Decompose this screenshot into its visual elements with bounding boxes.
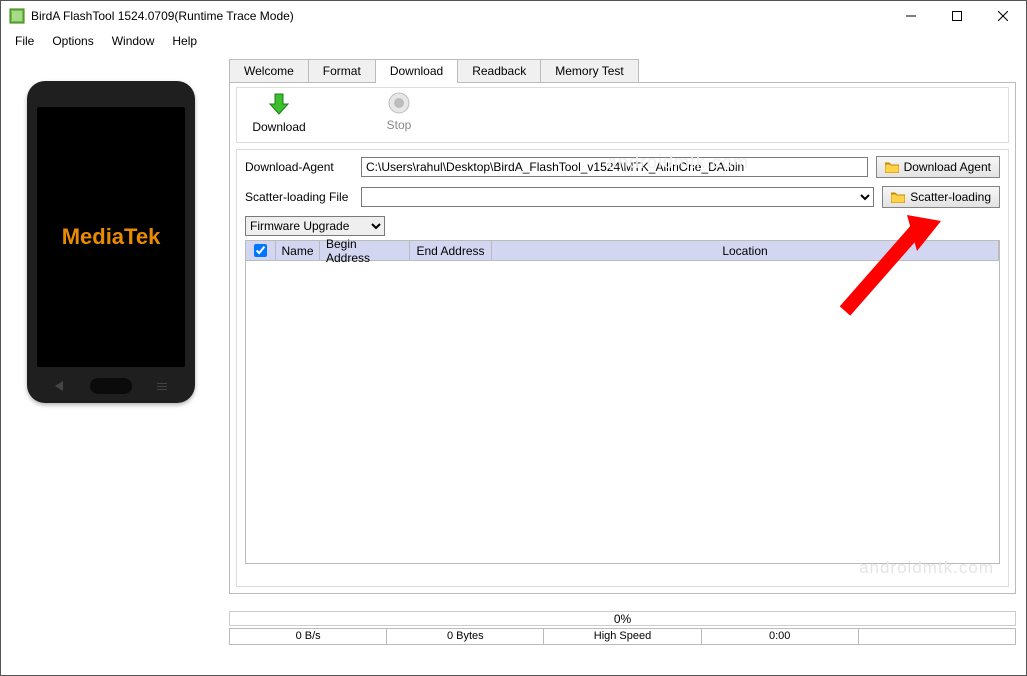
- download-tool-label: Download: [252, 120, 305, 134]
- window-title: BirdA FlashTool 1524.0709(Runtime Trace …: [31, 9, 888, 23]
- tab-download[interactable]: Download: [375, 59, 458, 83]
- tab-format[interactable]: Format: [308, 59, 376, 82]
- mode-select[interactable]: Firmware Upgrade: [245, 216, 385, 236]
- left-pane: BM MediaTek: [1, 51, 221, 605]
- tab-welcome[interactable]: Welcome: [229, 59, 309, 82]
- window-controls: [888, 1, 1026, 31]
- phone-screen: MediaTek: [37, 107, 185, 367]
- menu-file[interactable]: File: [7, 32, 42, 50]
- header-begin[interactable]: Begin Address: [320, 241, 410, 260]
- select-all-checkbox[interactable]: [254, 244, 267, 257]
- file-group: androidmtk.com Download-Agent Download A…: [236, 149, 1009, 587]
- phone-home-button: [90, 378, 132, 394]
- status-time: 0:00: [702, 629, 859, 644]
- close-icon: [998, 11, 1008, 21]
- header-end[interactable]: End Address: [410, 241, 492, 260]
- partition-table: Name Begin Address End Address Location: [245, 240, 1000, 564]
- tabstrip: Welcome Format Download Readback Memory …: [229, 59, 1016, 82]
- menu-help[interactable]: Help: [164, 32, 205, 50]
- minimize-button[interactable]: [888, 1, 934, 31]
- folder-icon: [885, 162, 899, 173]
- table-header: Name Begin Address End Address Location: [246, 241, 999, 261]
- toolbar: Download Stop: [236, 87, 1009, 143]
- status-speed: 0 B/s: [230, 629, 387, 644]
- scatter-file-select[interactable]: [361, 187, 874, 207]
- progress-text: 0%: [614, 612, 631, 626]
- phone-back-icon: [55, 381, 63, 391]
- menu-window[interactable]: Window: [104, 32, 163, 50]
- download-agent-button[interactable]: Download Agent: [876, 156, 1000, 178]
- minimize-icon: [906, 11, 916, 21]
- download-arrow-icon: [267, 92, 291, 116]
- header-name[interactable]: Name: [276, 241, 320, 260]
- header-location[interactable]: Location: [492, 241, 999, 260]
- phone-brand: MediaTek: [62, 224, 161, 250]
- menu-options[interactable]: Options: [44, 32, 101, 50]
- download-agent-label: Download-Agent: [245, 160, 353, 174]
- maximize-icon: [952, 11, 962, 21]
- tab-content: Download Stop androidmtk.com Download-Ag…: [229, 82, 1016, 594]
- scatter-loading-button[interactable]: Scatter-loading: [882, 186, 1000, 208]
- download-agent-row: Download-Agent Download Agent: [245, 156, 1000, 178]
- titlebar: BirdA FlashTool 1524.0709(Runtime Trace …: [1, 1, 1026, 31]
- tab-memory-test[interactable]: Memory Test: [540, 59, 638, 82]
- progress-bar: 0%: [229, 611, 1016, 626]
- stop-tool-label: Stop: [387, 118, 412, 132]
- maximize-button[interactable]: [934, 1, 980, 31]
- tab-readback[interactable]: Readback: [457, 59, 541, 82]
- folder-icon: [891, 192, 905, 203]
- header-checkbox[interactable]: [246, 241, 276, 260]
- status-empty: [859, 629, 1015, 644]
- download-agent-button-label: Download Agent: [904, 160, 991, 174]
- phone-menu-icon: [157, 383, 167, 390]
- right-pane: Welcome Format Download Readback Memory …: [221, 51, 1026, 605]
- app-icon: [9, 8, 25, 24]
- scatter-file-row: Scatter-loading File Scatter-loading: [245, 186, 1000, 208]
- scatter-loading-button-label: Scatter-loading: [910, 190, 991, 204]
- status-mode: High Speed: [544, 629, 701, 644]
- close-button[interactable]: [980, 1, 1026, 31]
- stop-tool[interactable]: Stop: [369, 92, 429, 134]
- stop-icon: [388, 92, 410, 114]
- scatter-file-label: Scatter-loading File: [245, 190, 353, 204]
- status-bytes: 0 Bytes: [387, 629, 544, 644]
- main-area: BM MediaTek Welcome Format Download Read…: [1, 51, 1026, 605]
- menubar: File Options Window Help: [1, 31, 1026, 51]
- status-bar: 0 B/s 0 Bytes High Speed 0:00: [229, 628, 1016, 645]
- download-agent-input[interactable]: [361, 157, 868, 177]
- download-tool[interactable]: Download: [249, 92, 309, 134]
- phone-illustration: BM MediaTek: [27, 81, 195, 403]
